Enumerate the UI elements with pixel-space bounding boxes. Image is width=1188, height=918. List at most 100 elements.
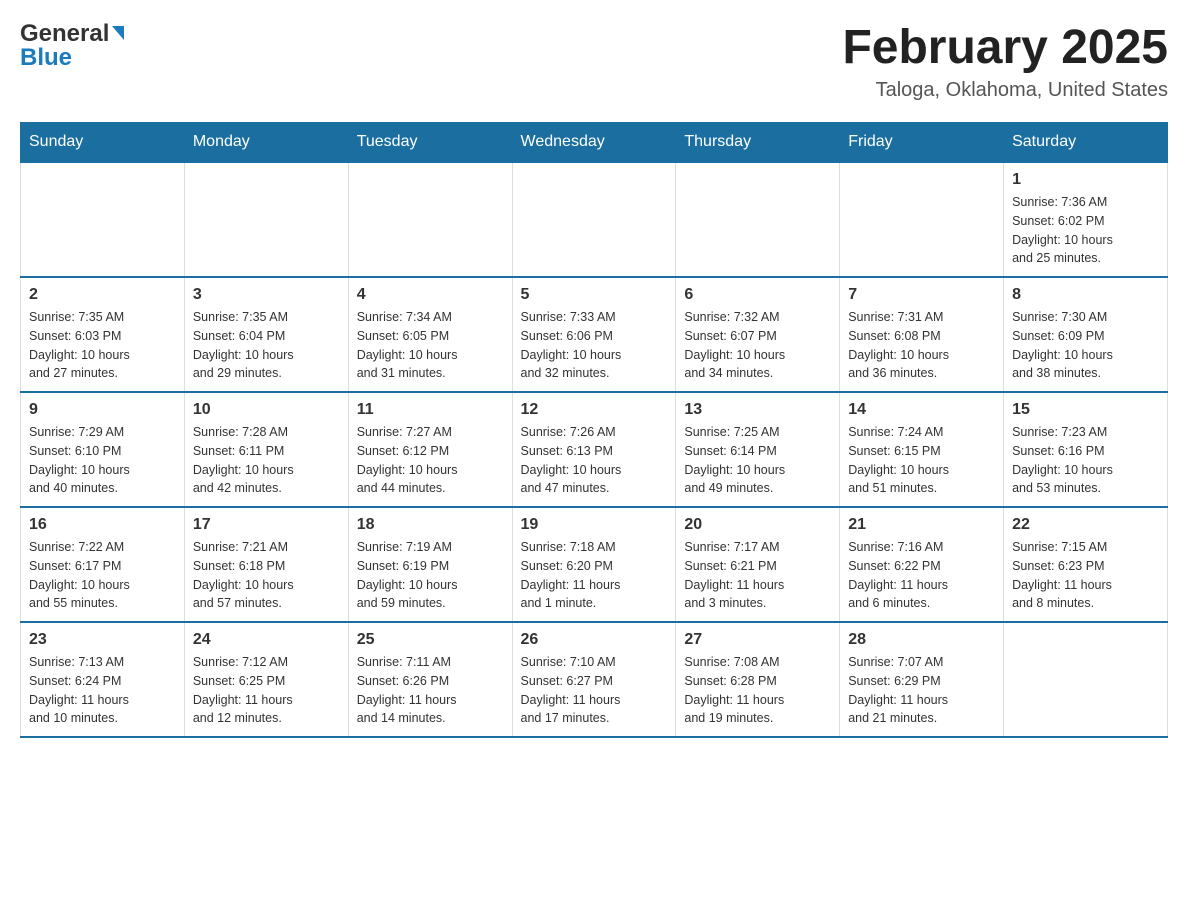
calendar-cell: 2Sunrise: 7:35 AM Sunset: 6:03 PM Daylig… xyxy=(21,277,185,392)
calendar-cell xyxy=(676,162,840,277)
calendar-cell: 15 Sunrise: 7:23 AM Sunset: 6:16 PM Dayli… xyxy=(1004,392,1168,507)
calendar-cell: 17 Sunrise: 7:21 AM Sunset: 6:18 PM Dayli… xyxy=(184,507,348,622)
day-number: 3 xyxy=(193,286,340,304)
day-number: 24 xyxy=(193,631,340,649)
calendar-cell: 26 Sunrise: 7:10 AM Sunset: 6:27 PM Dayli… xyxy=(512,622,676,737)
calendar-cell: 11Sunrise: 7:27 AM Sunset: 6:12 PM Dayli… xyxy=(348,392,512,507)
calendar-cell xyxy=(21,162,185,277)
location-subtitle: Taloga, Oklahoma, United States xyxy=(842,79,1168,102)
day-number: 26 xyxy=(521,631,668,649)
day-info: Sunrise: 7:24 AM Sunset: 6:15 PM Dayligh… xyxy=(848,423,995,498)
day-number: 19 xyxy=(521,516,668,534)
calendar-cell: 23 Sunrise: 7:13 AM Sunset: 6:24 PM Dayli… xyxy=(21,622,185,737)
day-info: Sunrise: 7:21 AM Sunset: 6:18 PM Dayligh… xyxy=(193,538,340,613)
calendar-cell: 22 Sunrise: 7:15 AM Sunset: 6:23 PM Dayli… xyxy=(1004,507,1168,622)
day-number: 17 xyxy=(193,516,340,534)
calendar-cell: 19 Sunrise: 7:18 AM Sunset: 6:20 PM Dayli… xyxy=(512,507,676,622)
day-number: 5 xyxy=(521,286,668,304)
day-info: Sunrise: 7:36 AM Sunset: 6:02 PM Dayligh… xyxy=(1012,193,1159,268)
day-number: 23 xyxy=(29,631,176,649)
day-number: 22 xyxy=(1012,516,1159,534)
main-title: February 2025 xyxy=(842,20,1168,75)
calendar-cell: 13Sunrise: 7:25 AM Sunset: 6:14 PM Dayli… xyxy=(676,392,840,507)
day-number: 4 xyxy=(357,286,504,304)
day-info: Sunrise: 7:18 AM Sunset: 6:20 PM Dayligh… xyxy=(521,538,668,613)
calendar-cell: 12 Sunrise: 7:26 AM Sunset: 6:13 PM Dayli… xyxy=(512,392,676,507)
weekday-header-thursday: Thursday xyxy=(676,123,840,163)
day-number: 25 xyxy=(357,631,504,649)
day-info: Sunrise: 7:31 AM Sunset: 6:08 PM Dayligh… xyxy=(848,308,995,383)
day-number: 2 xyxy=(29,286,176,304)
calendar-cell: 16 Sunrise: 7:22 AM Sunset: 6:17 PM Dayli… xyxy=(21,507,185,622)
day-info: Sunrise: 7:34 AM Sunset: 6:05 PM Dayligh… xyxy=(357,308,504,383)
calendar-cell xyxy=(840,162,1004,277)
day-number: 16 xyxy=(29,516,176,534)
day-info: Sunrise: 7:22 AM Sunset: 6:17 PM Dayligh… xyxy=(29,538,176,613)
day-number: 6 xyxy=(684,286,831,304)
calendar-cell: 7Sunrise: 7:31 AM Sunset: 6:08 PM Daylig… xyxy=(840,277,1004,392)
calendar-cell: 20 Sunrise: 7:17 AM Sunset: 6:21 PM Dayli… xyxy=(676,507,840,622)
day-number: 14 xyxy=(848,401,995,419)
day-info: Sunrise: 7:08 AM Sunset: 6:28 PM Dayligh… xyxy=(684,653,831,728)
calendar-cell: 28Sunrise: 7:07 AM Sunset: 6:29 PM Dayli… xyxy=(840,622,1004,737)
logo-triangle-icon xyxy=(112,26,124,40)
day-info: Sunrise: 7:23 AM Sunset: 6:16 PM Dayligh… xyxy=(1012,423,1159,498)
day-info: Sunrise: 7:19 AM Sunset: 6:19 PM Dayligh… xyxy=(357,538,504,613)
day-info: Sunrise: 7:16 AM Sunset: 6:22 PM Dayligh… xyxy=(848,538,995,613)
weekday-header-sunday: Sunday xyxy=(21,123,185,163)
calendar-cell: 3 Sunrise: 7:35 AM Sunset: 6:04 PM Daylig… xyxy=(184,277,348,392)
calendar-cell xyxy=(512,162,676,277)
day-number: 1 xyxy=(1012,171,1159,189)
calendar-cell: 4 Sunrise: 7:34 AM Sunset: 6:05 PM Daylig… xyxy=(348,277,512,392)
calendar-cell: 18Sunrise: 7:19 AM Sunset: 6:19 PM Dayli… xyxy=(348,507,512,622)
day-info: Sunrise: 7:33 AM Sunset: 6:06 PM Dayligh… xyxy=(521,308,668,383)
calendar-cell xyxy=(348,162,512,277)
day-info: Sunrise: 7:15 AM Sunset: 6:23 PM Dayligh… xyxy=(1012,538,1159,613)
day-info: Sunrise: 7:13 AM Sunset: 6:24 PM Dayligh… xyxy=(29,653,176,728)
logo: General Blue xyxy=(20,20,124,72)
title-section: February 2025 Taloga, Oklahoma, United S… xyxy=(842,20,1168,102)
weekday-header-tuesday: Tuesday xyxy=(348,123,512,163)
day-number: 20 xyxy=(684,516,831,534)
day-info: Sunrise: 7:35 AM Sunset: 6:04 PM Dayligh… xyxy=(193,308,340,383)
day-info: Sunrise: 7:28 AM Sunset: 6:11 PM Dayligh… xyxy=(193,423,340,498)
calendar-cell: 6 Sunrise: 7:32 AM Sunset: 6:07 PM Daylig… xyxy=(676,277,840,392)
day-info: Sunrise: 7:10 AM Sunset: 6:27 PM Dayligh… xyxy=(521,653,668,728)
weekday-header-wednesday: Wednesday xyxy=(512,123,676,163)
day-number: 8 xyxy=(1012,286,1159,304)
day-info: Sunrise: 7:29 AM Sunset: 6:10 PM Dayligh… xyxy=(29,423,176,498)
calendar-cell: 27 Sunrise: 7:08 AM Sunset: 6:28 PM Dayli… xyxy=(676,622,840,737)
week-row-5: 23 Sunrise: 7:13 AM Sunset: 6:24 PM Dayli… xyxy=(21,622,1168,737)
calendar-cell: 21 Sunrise: 7:16 AM Sunset: 6:22 PM Dayli… xyxy=(840,507,1004,622)
day-number: 15 xyxy=(1012,401,1159,419)
calendar-cell: 10 Sunrise: 7:28 AM Sunset: 6:11 PM Dayli… xyxy=(184,392,348,507)
day-info: Sunrise: 7:17 AM Sunset: 6:21 PM Dayligh… xyxy=(684,538,831,613)
day-number: 12 xyxy=(521,401,668,419)
calendar-cell xyxy=(1004,622,1168,737)
weekday-header-row: SundayMondayTuesdayWednesdayThursdayFrid… xyxy=(21,123,1168,163)
day-info: Sunrise: 7:12 AM Sunset: 6:25 PM Dayligh… xyxy=(193,653,340,728)
day-number: 9 xyxy=(29,401,176,419)
calendar-cell: 14 Sunrise: 7:24 AM Sunset: 6:15 PM Dayli… xyxy=(840,392,1004,507)
calendar-cell: 25 Sunrise: 7:11 AM Sunset: 6:26 PM Dayli… xyxy=(348,622,512,737)
day-info: Sunrise: 7:07 AM Sunset: 6:29 PM Dayligh… xyxy=(848,653,995,728)
calendar-cell: 1 Sunrise: 7:36 AM Sunset: 6:02 PM Daylig… xyxy=(1004,162,1168,277)
weekday-header-monday: Monday xyxy=(184,123,348,163)
weekday-header-friday: Friday xyxy=(840,123,1004,163)
day-number: 11 xyxy=(357,401,504,419)
calendar-cell: 5 Sunrise: 7:33 AM Sunset: 6:06 PM Daylig… xyxy=(512,277,676,392)
day-number: 21 xyxy=(848,516,995,534)
day-number: 27 xyxy=(684,631,831,649)
calendar-cell: 8 Sunrise: 7:30 AM Sunset: 6:09 PM Daylig… xyxy=(1004,277,1168,392)
day-info: Sunrise: 7:11 AM Sunset: 6:26 PM Dayligh… xyxy=(357,653,504,728)
calendar-cell: 9 Sunrise: 7:29 AM Sunset: 6:10 PM Daylig… xyxy=(21,392,185,507)
calendar-cell: 24 Sunrise: 7:12 AM Sunset: 6:25 PM Dayli… xyxy=(184,622,348,737)
day-info: Sunrise: 7:32 AM Sunset: 6:07 PM Dayligh… xyxy=(684,308,831,383)
week-row-3: 9 Sunrise: 7:29 AM Sunset: 6:10 PM Daylig… xyxy=(21,392,1168,507)
day-info: Sunrise: 7:26 AM Sunset: 6:13 PM Dayligh… xyxy=(521,423,668,498)
day-number: 10 xyxy=(193,401,340,419)
day-number: 13 xyxy=(684,401,831,419)
day-info: Sunrise: 7:30 AM Sunset: 6:09 PM Dayligh… xyxy=(1012,308,1159,383)
logo-blue-text: Blue xyxy=(20,44,72,72)
page-header: General Blue February 2025 Taloga, Oklah… xyxy=(20,20,1168,102)
